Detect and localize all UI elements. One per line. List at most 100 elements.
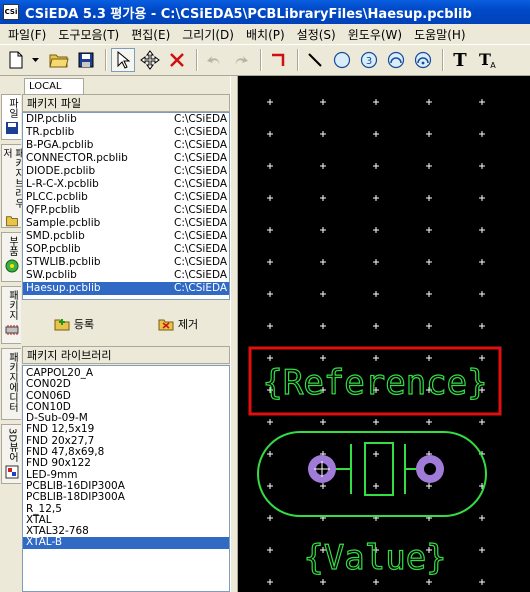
grid-point	[267, 355, 273, 361]
local-tab[interactable]: LOCAL	[24, 78, 84, 94]
delete-x-icon[interactable]	[165, 48, 189, 72]
arc-pad-icon[interactable]	[411, 48, 435, 72]
grid-point	[320, 195, 326, 201]
grid-point	[320, 355, 326, 361]
grid-point	[373, 99, 379, 105]
side-tab-3d-viewer[interactable]: 3D뷰어	[1, 424, 21, 484]
file-row[interactable]: DIODE.pcblib C:\CSiEDA	[23, 165, 229, 178]
menu-settings[interactable]: 설정(S)	[291, 26, 342, 43]
menu-help[interactable]: 도움말(H)	[408, 26, 472, 43]
file-path: C:\CSiEDA	[174, 204, 228, 216]
file-row[interactable]: QFP.pcblib C:\CSiEDA	[23, 204, 229, 217]
grid-point	[267, 483, 273, 489]
toolbar-separator	[297, 49, 299, 71]
side-tab-label: 파일	[6, 98, 18, 118]
package-file-list[interactable]: DIP.pcblib C:\CSiEDA TR.pcblib C:\CSiEDA B-P…	[22, 112, 230, 300]
pcb-drawing[interactable]: {Reference} {Value}	[238, 76, 530, 592]
svg-text:3: 3	[366, 56, 372, 67]
grid-point	[267, 579, 273, 585]
file-path: C:\CSiEDA	[174, 152, 228, 164]
file-row[interactable]: DIP.pcblib C:\CSiEDA	[23, 113, 229, 126]
file-row[interactable]: L-R-C-X.pcblib C:\CSiEDA	[23, 178, 229, 191]
side-tab-package-browser[interactable]: 패키지브라우저	[1, 144, 24, 228]
text-icon[interactable]: T	[448, 48, 472, 72]
menu-draw[interactable]: 그리기(D)	[176, 26, 240, 43]
register-button[interactable]: 등록	[48, 314, 100, 334]
grid-point	[479, 419, 485, 425]
circle-icon[interactable]	[330, 48, 354, 72]
value-text[interactable]: {Value}	[303, 537, 447, 578]
grid-point	[320, 227, 326, 233]
panel-splitter[interactable]	[230, 76, 238, 592]
numbered-pad-icon[interactable]: 3	[357, 48, 381, 72]
grid-point	[267, 515, 273, 521]
arc-icon[interactable]	[384, 48, 408, 72]
side-tab-parts[interactable]: 부품	[1, 232, 21, 282]
grid-point	[267, 291, 273, 297]
file-row[interactable]: Sample.pcblib C:\CSiEDA	[23, 217, 229, 230]
reference-designator-text[interactable]: {Reference}	[262, 362, 488, 403]
dropdown-arrow-icon[interactable]	[31, 48, 41, 72]
grid-point	[479, 99, 485, 105]
file-path: C:\CSiEDA	[174, 230, 228, 242]
grid-point	[373, 259, 379, 265]
grid-point	[320, 323, 326, 329]
library-button-bar: 등록 제거	[22, 310, 230, 338]
text-alt-icon[interactable]: TA	[475, 48, 499, 72]
grid-point	[426, 163, 432, 169]
component-outline[interactable]	[257, 431, 487, 517]
package-row[interactable]: PCBLIB-18DIP300A	[23, 491, 229, 503]
package-row[interactable]: FND 90x122	[23, 458, 229, 470]
grid	[267, 99, 485, 585]
toolbar-separator	[260, 49, 262, 71]
file-row[interactable]: SMD.pcblib C:\CSiEDA	[23, 230, 229, 243]
file-name: CONNECTOR.pcblib	[26, 152, 128, 164]
package-library-list[interactable]: CAPPOL20_A CON02D CON06D CON10D D-Sub-09-M FN…	[22, 365, 230, 592]
register-button-label: 등록	[73, 318, 95, 331]
move-icon[interactable]	[138, 48, 162, 72]
file-path: C:\CSiEDA	[174, 191, 228, 203]
undo-icon[interactable]	[202, 48, 226, 72]
package-row[interactable]: CON02D	[23, 378, 229, 390]
grid-point	[479, 291, 485, 297]
grid-point	[479, 355, 485, 361]
grid-point	[426, 99, 432, 105]
side-tab-files[interactable]: 파일	[1, 94, 21, 140]
open-folder-icon[interactable]	[47, 48, 71, 72]
side-tab-package[interactable]: 패키지	[1, 286, 21, 344]
window-title: CSiEDA 5.3 평가용 - C:\CSiEDA5\PCBLibraryFi…	[25, 6, 472, 22]
menu-window[interactable]: 윈도우(W)	[342, 26, 408, 43]
new-file-icon[interactable]	[4, 48, 28, 72]
side-tab-package-editor[interactable]: 패키지에디터	[1, 348, 21, 420]
file-name: STWLIB.pcblib	[26, 256, 101, 268]
remove-button[interactable]: 제거	[152, 314, 204, 334]
save-icon[interactable]	[74, 48, 98, 72]
grid-point	[479, 579, 485, 585]
file-row[interactable]: CONNECTOR.pcblib C:\CSiEDA	[23, 152, 229, 165]
line-icon[interactable]	[303, 48, 327, 72]
file-row[interactable]: SOP.pcblib C:\CSiEDA	[23, 243, 229, 256]
file-row[interactable]: Haesup.pcblib C:\CSiEDA	[23, 282, 229, 295]
toolbar-separator	[196, 49, 198, 71]
package-row[interactable]: R_12,5	[23, 503, 229, 515]
file-name: DIODE.pcblib	[26, 165, 96, 177]
file-row[interactable]: TR.pcblib C:\CSiEDA	[23, 126, 229, 139]
redo-icon[interactable]	[229, 48, 253, 72]
corner-line-icon[interactable]	[266, 48, 290, 72]
remove-button-label: 제거	[177, 318, 199, 331]
package-row[interactable]: XTAL-B	[23, 537, 229, 549]
toolbar-separator	[442, 49, 444, 71]
select-arrow-icon[interactable]	[111, 48, 135, 72]
file-name: Haesup.pcblib	[26, 282, 101, 294]
pcb-canvas[interactable]: {Reference} {Value}	[238, 76, 530, 592]
file-row[interactable]: STWLIB.pcblib C:\CSiEDA	[23, 256, 229, 269]
file-row[interactable]: SW.pcblib C:\CSiEDA	[23, 269, 229, 282]
menu-place[interactable]: 배치(P)	[240, 26, 291, 43]
grid-point	[479, 195, 485, 201]
grid-point	[373, 451, 379, 457]
menu-edit[interactable]: 편집(E)	[125, 26, 176, 43]
menu-tools[interactable]: 도구모음(T)	[52, 26, 125, 43]
file-row[interactable]: PLCC.pcblib C:\CSiEDA	[23, 191, 229, 204]
menu-file[interactable]: 파일(F)	[2, 26, 52, 43]
file-row[interactable]: B-PGA.pcblib C:\CSiEDA	[23, 139, 229, 152]
